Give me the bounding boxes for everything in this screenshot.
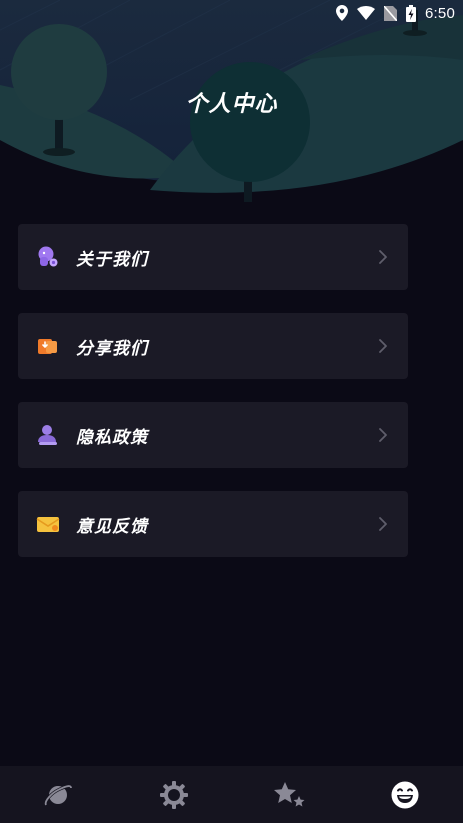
menu-item-label: 分享我们: [76, 338, 148, 359]
smile-icon: [391, 781, 419, 808]
chevron-right-icon: [376, 517, 390, 531]
about-us-icon: [36, 245, 60, 269]
menu-item-label: 意见反馈: [76, 516, 148, 537]
chevron-right-icon: [376, 428, 390, 442]
page-title: 个人中心: [185, 92, 278, 117]
location-icon: [336, 5, 348, 21]
feedback-icon: [36, 512, 60, 536]
settings-icon: [159, 780, 188, 809]
status-time: 6:50: [425, 4, 455, 22]
bottom-navigation: [0, 766, 463, 823]
menu-item-feedback[interactable]: 意见反馈: [18, 491, 408, 557]
status-bar: 6:50: [0, 0, 463, 26]
menu-item-privacy[interactable]: 隐私政策: [18, 402, 408, 468]
battery-charging-icon: [406, 4, 416, 22]
nav-tab-stars[interactable]: [259, 766, 319, 823]
menu-item-about-us[interactable]: 关于我们: [18, 224, 408, 290]
menu-item-label: 隐私政策: [76, 427, 148, 448]
stars-icon: [274, 781, 305, 806]
chevron-right-icon: [376, 339, 390, 353]
nav-tab-planet[interactable]: [28, 766, 88, 823]
nav-tab-profile[interactable]: [375, 766, 435, 823]
privacy-icon: [36, 423, 60, 447]
chevron-right-icon: [376, 250, 390, 264]
menu-list: 关于我们 分享我们 隐私政策 意见反馈: [18, 224, 408, 580]
menu-item-label: 关于我们: [76, 249, 148, 270]
wifi-icon: [357, 6, 375, 20]
menu-item-share[interactable]: 分享我们: [18, 313, 408, 379]
planet-icon: [44, 784, 72, 805]
nav-tab-settings[interactable]: [144, 766, 204, 823]
no-sim-icon: [384, 5, 397, 21]
header-banner: 个人中心: [0, 0, 463, 210]
share-icon: [36, 334, 60, 358]
